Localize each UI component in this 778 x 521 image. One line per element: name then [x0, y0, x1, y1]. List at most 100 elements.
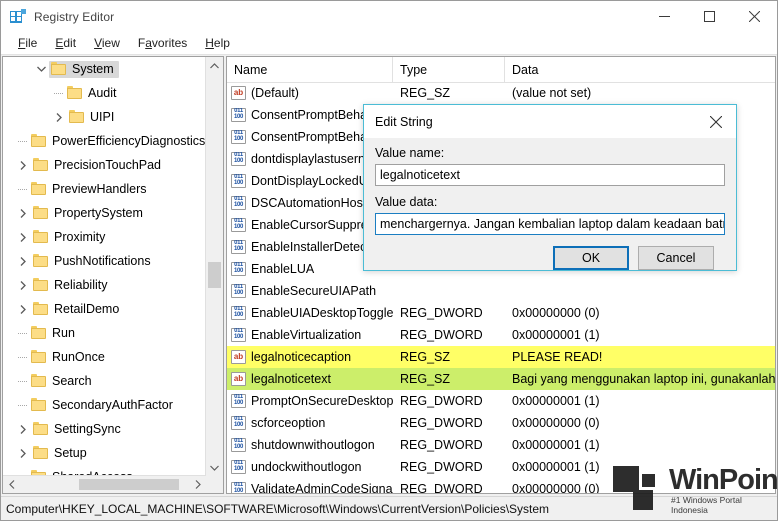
tree-item-content: Proximity — [31, 229, 110, 246]
cancel-button[interactable]: Cancel — [638, 246, 714, 270]
tree-item-powerefficiencydiagnostics[interactable]: PowerEfficiencyDiagnostics — [3, 129, 206, 153]
tree-item-previewhandlers[interactable]: PreviewHandlers — [3, 177, 206, 201]
value-type-cell: REG_DWORD — [400, 328, 483, 342]
window-controls — [642, 1, 777, 32]
chevron-right-icon[interactable] — [15, 249, 31, 273]
tree-item-label: PowerEfficiencyDiagnostics — [52, 133, 206, 148]
tree-item-proximity[interactable]: Proximity — [3, 225, 206, 249]
tree-line — [51, 81, 65, 105]
chevron-right-icon[interactable] — [15, 441, 31, 465]
column-header-name[interactable]: Name — [227, 57, 393, 82]
chevron-right-icon[interactable] — [15, 273, 31, 297]
ok-button[interactable]: OK — [553, 246, 629, 270]
tree-item-run[interactable]: Run — [3, 321, 206, 345]
tree-line — [15, 345, 29, 369]
value-name-cell: 011 100 shutdownwithoutlogon — [227, 438, 393, 452]
value-data-input[interactable]: menchargernya. Jangan kembalian laptop d… — [375, 213, 725, 235]
tree-item-label: SecondaryAuthFactor — [52, 397, 173, 412]
dword-value-icon: 011 100 — [231, 196, 246, 210]
table-row[interactable]: ab legalnoticecaption REG_SZ PLEASE READ! — [227, 346, 775, 368]
tree-item-label: Reliability — [54, 277, 108, 292]
table-row[interactable]: 011 100 scforceoption REG_DWORD 0x00000000 (… — [227, 412, 775, 434]
tree-item-content: Run — [29, 325, 80, 342]
tree-item-content: Setup — [31, 445, 92, 462]
table-row[interactable]: 011 100 undockwithoutlogon REG_DWORD 0x00000… — [227, 456, 775, 478]
tree-item-secondaryauthfactor[interactable]: SecondaryAuthFactor — [3, 393, 206, 417]
column-header-data[interactable]: Data — [505, 57, 775, 82]
tree-item-label: Run — [52, 325, 75, 340]
table-row[interactable]: 011 100 EnableUIADesktopToggle REG_DWORD 0x0… — [227, 302, 775, 324]
dword-value-icon: 011 100 — [231, 174, 246, 188]
tree-item-content: RunOnce — [29, 349, 110, 366]
table-row[interactable]: ab legalnoticetext REG_SZ Bagi yang menggun… — [227, 368, 775, 390]
menu-file[interactable]: File — [9, 34, 46, 52]
tree-item-settingsync[interactable]: SettingSync — [3, 417, 206, 441]
menu-edit[interactable]: Edit — [46, 34, 85, 52]
tree-item-system[interactable]: System — [3, 57, 206, 81]
table-row[interactable]: ab (Default) REG_SZ (value not set) — [227, 82, 775, 104]
tree-item-precisiontouchpad[interactable]: PrecisionTouchPad — [3, 153, 206, 177]
chevron-right-icon[interactable] — [15, 417, 31, 441]
chevron-down-icon[interactable] — [33, 57, 49, 81]
folder-icon — [67, 85, 83, 100]
tree-item-retaildemo[interactable]: RetailDemo — [3, 297, 206, 321]
tree-vertical-scrollbar[interactable] — [205, 57, 223, 476]
tree-item-search[interactable]: Search — [3, 369, 206, 393]
tree-item-runonce[interactable]: RunOnce — [3, 345, 206, 369]
maximize-icon[interactable] — [687, 1, 732, 32]
tree-scroll-left-icon[interactable] — [3, 476, 20, 493]
table-row[interactable]: 011 100 EnableSecureUIAPath — [227, 280, 775, 302]
value-name-text: ConsentPromptBehav — [251, 108, 374, 122]
tree-item-propertysystem[interactable]: PropertySystem — [3, 201, 206, 225]
value-name-text: EnableVirtualization — [251, 328, 362, 342]
registry-editor-icon — [10, 8, 26, 25]
menu-favorites[interactable]: Favorites — [129, 34, 196, 52]
table-row[interactable]: 011 100 PromptOnSecureDesktop REG_DWORD 0x00… — [227, 390, 775, 412]
tree-scroll-up-icon[interactable] — [206, 57, 223, 74]
tree-item-setup[interactable]: Setup — [3, 441, 206, 465]
chevron-right-icon[interactable] — [15, 225, 31, 249]
minimize-icon[interactable] — [642, 1, 687, 32]
tree-line — [15, 369, 29, 393]
close-icon[interactable] — [732, 1, 777, 32]
menu-help[interactable]: Help — [196, 34, 239, 52]
tree-line — [15, 393, 29, 417]
chevron-right-icon[interactable] — [15, 153, 31, 177]
tree-item-reliability[interactable]: Reliability — [3, 273, 206, 297]
tree-horizontal-scrollbar[interactable] — [3, 475, 206, 493]
tree-hscroll-thumb[interactable] — [79, 479, 179, 490]
tree-scroll-down-icon[interactable] — [206, 459, 223, 476]
tree-item-audit[interactable]: Audit — [3, 81, 206, 105]
value-data-cell: 0x00000001 (1) — [512, 394, 600, 408]
dword-value-icon: 011 100 — [231, 416, 246, 430]
value-name-text: undockwithoutlogon — [251, 460, 362, 474]
column-header-type[interactable]: Type — [393, 57, 505, 82]
value-name-text: shutdownwithoutlogon — [251, 438, 375, 452]
chevron-right-icon[interactable] — [15, 297, 31, 321]
tree-scroll-right-icon[interactable] — [189, 476, 206, 493]
folder-icon — [33, 277, 49, 292]
menu-view[interactable]: View — [85, 34, 129, 52]
value-name-text: DontDisplayLockedU — [251, 174, 368, 188]
tree-item-uipi[interactable]: UIPI — [3, 105, 206, 129]
tree-scroll-thumb[interactable] — [208, 262, 221, 288]
dialog-body: Value name: legalnoticetext Value data: … — [364, 138, 736, 270]
chevron-right-icon[interactable] — [51, 105, 67, 129]
tree-item-pushnotifications[interactable]: PushNotifications — [3, 249, 206, 273]
close-icon[interactable] — [696, 105, 736, 138]
tree-item-label: RunOnce — [52, 349, 105, 364]
folder-icon — [31, 397, 47, 412]
value-type-cell: REG_DWORD — [400, 416, 483, 430]
folder-icon — [69, 109, 85, 124]
menu-view-rest: iew — [101, 36, 120, 50]
table-row[interactable]: 011 100 shutdownwithoutlogon REG_DWORD 0x000… — [227, 434, 775, 456]
tree-item-label: System — [72, 61, 114, 76]
value-name-cell: 011 100 EnableVirtualization — [227, 328, 393, 342]
tree-item-content: PushNotifications — [31, 253, 156, 270]
registry-tree[interactable]: System Audit UIPI PowerEfficiencyDiagnostic… — [3, 57, 206, 476]
table-row[interactable]: 011 100 ValidateAdminCodeSigna... REG_DWORD… — [227, 478, 775, 493]
table-row[interactable]: 011 100 EnableVirtualization REG_DWORD 0x000… — [227, 324, 775, 346]
value-name-input[interactable]: legalnoticetext — [375, 164, 725, 186]
chevron-right-icon[interactable] — [15, 201, 31, 225]
value-data-cell: 0x00000000 (0) — [512, 482, 600, 493]
